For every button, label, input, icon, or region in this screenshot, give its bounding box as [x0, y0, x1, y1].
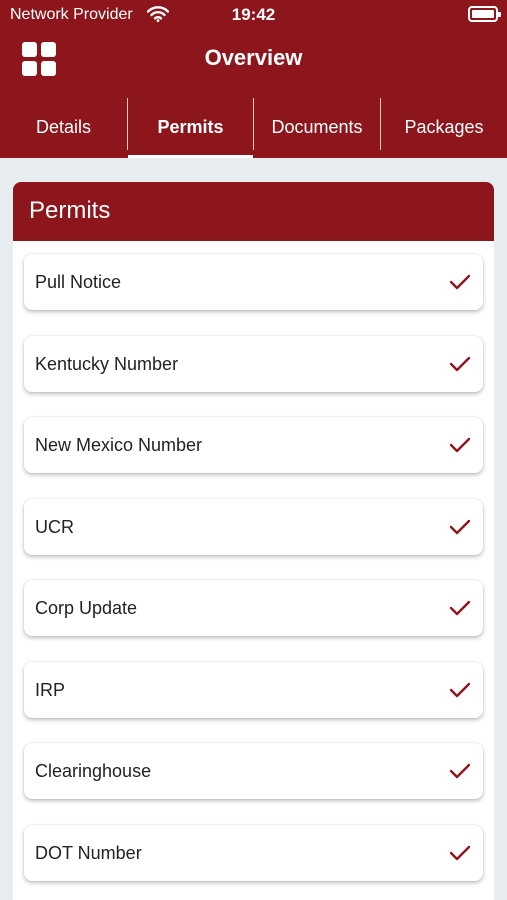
check-icon: [449, 519, 471, 535]
tab-details[interactable]: Details: [0, 96, 127, 158]
check-icon: [449, 356, 471, 372]
list-item[interactable]: Clearinghouse: [24, 743, 483, 799]
permit-label: DOT Number: [35, 843, 142, 863]
section-title: Permits: [13, 182, 494, 241]
check-icon: [449, 682, 471, 698]
tab-bar: Details Permits Documents Packages: [0, 96, 507, 158]
permit-label: Corp Update: [35, 598, 138, 618]
permit-label: UCR: [35, 517, 74, 537]
battery-full-icon: [468, 6, 501, 22]
tab-packages[interactable]: Packages: [381, 96, 507, 158]
page-title: Overview: [204, 45, 303, 70]
check-icon: [449, 763, 471, 779]
check-icon: [449, 600, 471, 616]
list-item[interactable]: Pull Notice: [24, 254, 483, 310]
permit-label: New Mexico Number: [35, 435, 203, 455]
list-item[interactable]: IRP: [24, 662, 483, 718]
check-icon: [449, 437, 471, 453]
check-icon: [449, 845, 471, 861]
list-item[interactable]: New Mexico Number: [24, 417, 483, 473]
permit-label: Pull Notice: [35, 272, 122, 292]
list-item[interactable]: Kentucky Number: [24, 336, 483, 392]
list-item[interactable]: UCR: [24, 499, 483, 555]
permits-card: Permits Pull Notice Kentucky Number New …: [13, 182, 494, 900]
list-item[interactable]: Corp Update: [24, 580, 483, 636]
permit-label: IRP: [35, 680, 66, 700]
tab-permits[interactable]: Permits: [128, 96, 253, 158]
list-item[interactable]: DOT Number: [24, 825, 483, 881]
app-header: Network Provider 19:42 Overview Details …: [0, 0, 507, 158]
status-bar: Network Provider 19:42: [0, 0, 507, 30]
permit-label: Kentucky Number: [35, 354, 179, 374]
permit-label: Clearinghouse: [35, 761, 152, 781]
tab-documents[interactable]: Documents: [254, 96, 380, 158]
clock: 19:42: [231, 5, 276, 24]
check-icon: [449, 274, 471, 290]
